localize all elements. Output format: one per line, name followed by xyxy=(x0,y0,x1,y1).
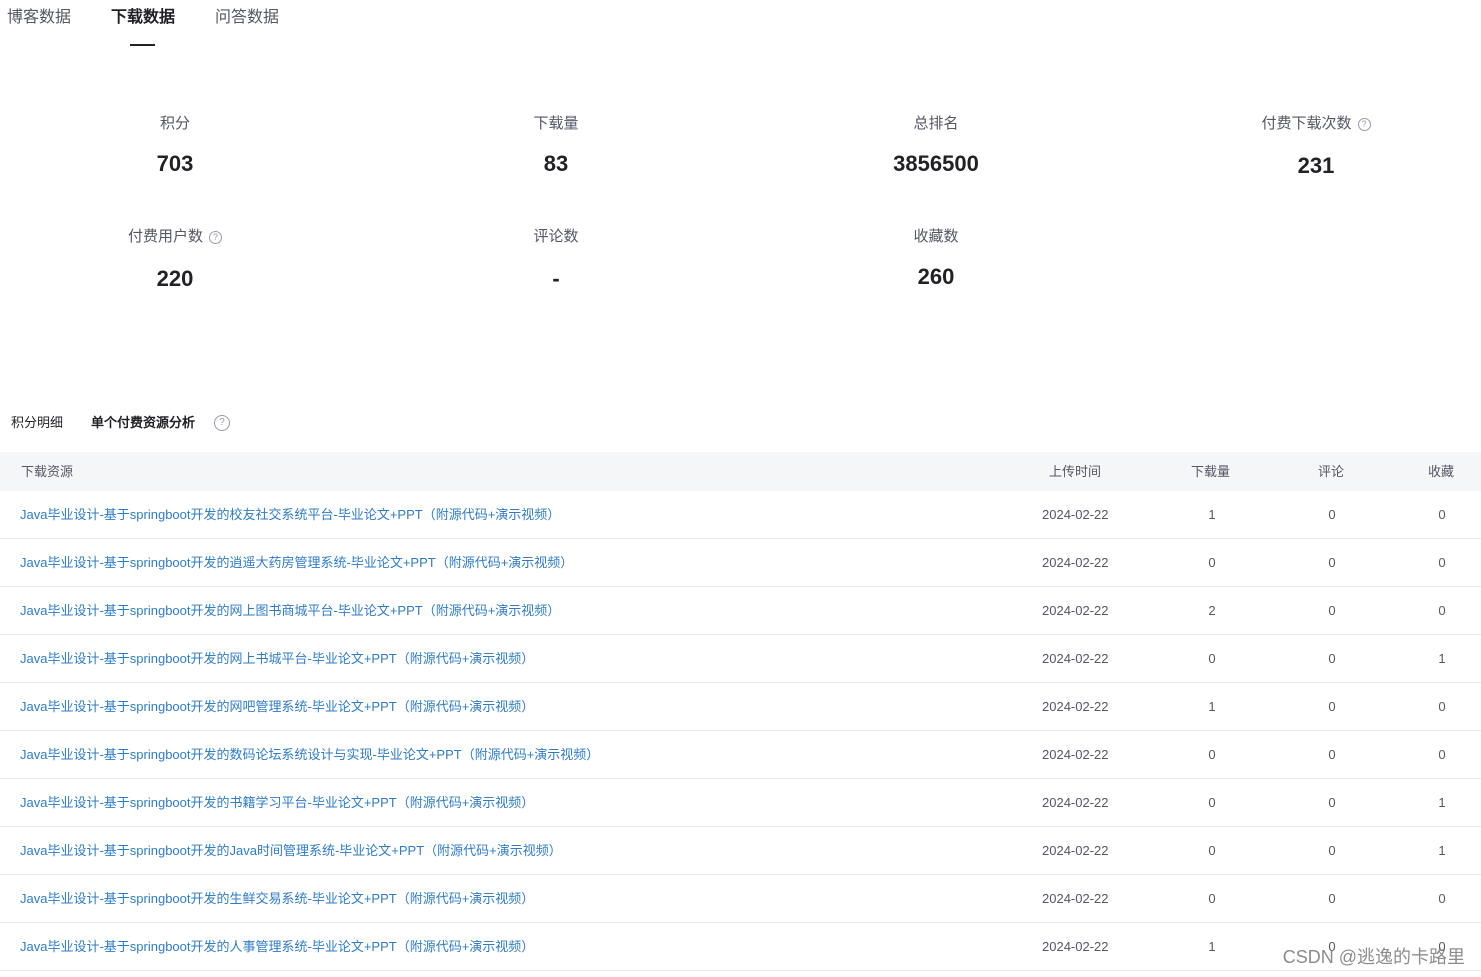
favorite-count: 0 xyxy=(1438,555,1446,570)
download-count: 0 xyxy=(1208,555,1216,570)
upload-date: 2024-02-22 xyxy=(1042,747,1109,762)
header-upload-time: 上传时间 xyxy=(1049,464,1102,479)
stat-rank-label: 总排名 xyxy=(913,115,959,132)
stat-points-label: 积分 xyxy=(159,115,190,132)
resource-table: 下载资源 上传时间 下载量 评论 收藏 Java毕业设计-基于springboo… xyxy=(0,452,1481,971)
stat-points-value: 703 xyxy=(156,151,194,176)
resource-title-link[interactable]: Java毕业设计-基于springboot开发的逍遥大药房管理系统-毕业论文+P… xyxy=(20,539,573,586)
stat-paid-downloads: 付费下载次数 ? 231 xyxy=(1216,114,1416,178)
stat-downloads-value: 83 xyxy=(543,151,569,176)
upload-date: 2024-02-22 xyxy=(1042,603,1109,618)
stat-comments-value: - xyxy=(552,266,560,291)
table-row: Java毕业设计-基于springboot开发的生鲜交易系统-毕业论文+PPT（… xyxy=(0,875,1481,923)
comment-count: 0 xyxy=(1328,507,1336,522)
stat-downloads-label: 下载量 xyxy=(533,115,579,132)
help-icon[interactable]: ? xyxy=(1357,117,1371,131)
table-row: Java毕业设计-基于springboot开发的网吧管理系统-毕业论文+PPT（… xyxy=(0,683,1481,731)
download-count: 1 xyxy=(1208,699,1216,714)
table-row: Java毕业设计-基于springboot开发的网上书城平台-毕业论文+PPT（… xyxy=(0,635,1481,683)
help-icon[interactable]: ? xyxy=(209,230,222,244)
stat-comments: 评论数 - xyxy=(456,227,656,291)
stat-paid-downloads-label: 付费下载次数 xyxy=(1261,115,1352,132)
comment-count: 0 xyxy=(1328,843,1336,858)
resource-title-link[interactable]: Java毕业设计-基于springboot开发的数码论坛系统设计与实现-毕业论文… xyxy=(20,731,599,778)
favorite-count: 0 xyxy=(1438,603,1446,618)
upload-date: 2024-02-22 xyxy=(1042,891,1109,906)
stat-paid-users-value: 220 xyxy=(156,266,194,291)
table-header: 下载资源 上传时间 下载量 评论 收藏 xyxy=(0,452,1481,491)
favorite-count: 0 xyxy=(1438,891,1446,906)
upload-date: 2024-02-22 xyxy=(1042,507,1109,522)
favorite-count: 0 xyxy=(1438,699,1446,714)
tab-blog-data[interactable]: 博客数据 xyxy=(7,8,71,28)
header-downloads: 下载量 xyxy=(1191,464,1231,479)
table-row: Java毕业设计-基于springboot开发的Java时间管理系统-毕业论文+… xyxy=(0,827,1481,875)
resource-title-link[interactable]: Java毕业设计-基于springboot开发的Java时间管理系统-毕业论文+… xyxy=(20,827,562,874)
header-resource: 下载资源 xyxy=(21,464,74,479)
stat-rank: 总排名 3856500 xyxy=(836,114,1036,176)
resource-title-link[interactable]: Java毕业设计-基于springboot开发的书籍学习平台-毕业论文+PPT（… xyxy=(20,779,534,826)
upload-date: 2024-02-22 xyxy=(1042,843,1109,858)
resource-title-link[interactable]: Java毕业设计-基于springboot开发的网吧管理系统-毕业论文+PPT（… xyxy=(20,683,534,730)
tab-paid-resource-analysis[interactable]: 单个付费资源分析 xyxy=(91,413,195,433)
stat-favorites: 收藏数 260 xyxy=(836,227,1036,289)
download-count: 0 xyxy=(1208,891,1216,906)
upload-date: 2024-02-22 xyxy=(1042,651,1109,666)
upload-date: 2024-02-22 xyxy=(1042,939,1109,954)
stat-paid-downloads-value: 231 xyxy=(1297,153,1335,178)
comment-count: 0 xyxy=(1328,651,1336,666)
stat-paid-users: 付费用户数 ? 220 xyxy=(75,227,275,291)
tab-download-data[interactable]: 下载数据 xyxy=(111,8,175,28)
stat-points: 积分 703 xyxy=(75,114,275,176)
download-count: 0 xyxy=(1208,651,1216,666)
comment-count: 0 xyxy=(1328,891,1336,906)
download-count: 2 xyxy=(1208,603,1216,618)
download-count: 1 xyxy=(1208,507,1216,522)
resource-title-link[interactable]: Java毕业设计-基于springboot开发的网上书城平台-毕业论文+PPT（… xyxy=(20,635,534,682)
download-count: 0 xyxy=(1208,843,1216,858)
favorite-count: 1 xyxy=(1438,843,1446,858)
tab-points-detail[interactable]: 积分明细 xyxy=(11,413,63,433)
table-row: Java毕业设计-基于springboot开发的校友社交系统平台-毕业论文+PP… xyxy=(0,491,1481,539)
resource-title-link[interactable]: Java毕业设计-基于springboot开发的生鲜交易系统-毕业论文+PPT（… xyxy=(20,875,534,922)
favorite-count: 1 xyxy=(1438,795,1446,810)
favorite-count: 1 xyxy=(1438,651,1446,666)
stat-rank-value: 3856500 xyxy=(893,151,979,176)
stat-favorites-label: 收藏数 xyxy=(913,228,959,245)
comment-count: 0 xyxy=(1328,555,1336,570)
active-tab-indicator xyxy=(130,44,155,46)
upload-date: 2024-02-22 xyxy=(1042,555,1109,570)
table-body: Java毕业设计-基于springboot开发的校友社交系统平台-毕业论文+PP… xyxy=(0,491,1481,971)
resource-title-link[interactable]: Java毕业设计-基于springboot开发的网上图书商城平台-毕业论文+PP… xyxy=(20,587,560,634)
favorite-count: 0 xyxy=(1438,747,1446,762)
resource-title-link[interactable]: Java毕业设计-基于springboot开发的校友社交系统平台-毕业论文+PP… xyxy=(20,491,560,538)
stat-paid-users-label: 付费用户数 xyxy=(127,228,203,245)
header-favorites: 收藏 xyxy=(1428,464,1455,479)
download-count: 0 xyxy=(1208,795,1216,810)
stat-favorites-value: 260 xyxy=(917,264,955,289)
table-row: Java毕业设计-基于springboot开发的网上图书商城平台-毕业论文+PP… xyxy=(0,587,1481,635)
comment-count: 0 xyxy=(1328,603,1336,618)
help-icon[interactable]: ? xyxy=(214,415,230,431)
download-count: 1 xyxy=(1208,939,1216,954)
table-row: Java毕业设计-基于springboot开发的书籍学习平台-毕业论文+PPT（… xyxy=(0,779,1481,827)
tab-qa-data[interactable]: 问答数据 xyxy=(215,8,279,28)
upload-date: 2024-02-22 xyxy=(1042,699,1109,714)
data-tabs: 博客数据 下载数据 问答数据 xyxy=(0,0,1481,48)
table-row: Java毕业设计-基于springboot开发的逍遥大药房管理系统-毕业论文+P… xyxy=(0,539,1481,587)
table-row: Java毕业设计-基于springboot开发的人事管理系统-毕业论文+PPT（… xyxy=(0,923,1481,971)
header-comments: 评论 xyxy=(1318,464,1345,479)
comment-count: 0 xyxy=(1328,747,1336,762)
resource-title-link[interactable]: Java毕业设计-基于springboot开发的人事管理系统-毕业论文+PPT（… xyxy=(20,923,534,970)
upload-date: 2024-02-22 xyxy=(1042,795,1109,810)
watermark: CSDN @逃逸的卡路里 xyxy=(1282,947,1465,967)
download-count: 0 xyxy=(1208,747,1216,762)
comment-count: 0 xyxy=(1328,699,1336,714)
stat-comments-label: 评论数 xyxy=(533,228,579,245)
table-row: Java毕业设计-基于springboot开发的数码论坛系统设计与实现-毕业论文… xyxy=(0,731,1481,779)
comment-count: 0 xyxy=(1328,795,1336,810)
favorite-count: 0 xyxy=(1438,507,1446,522)
stat-downloads: 下载量 83 xyxy=(456,114,656,176)
